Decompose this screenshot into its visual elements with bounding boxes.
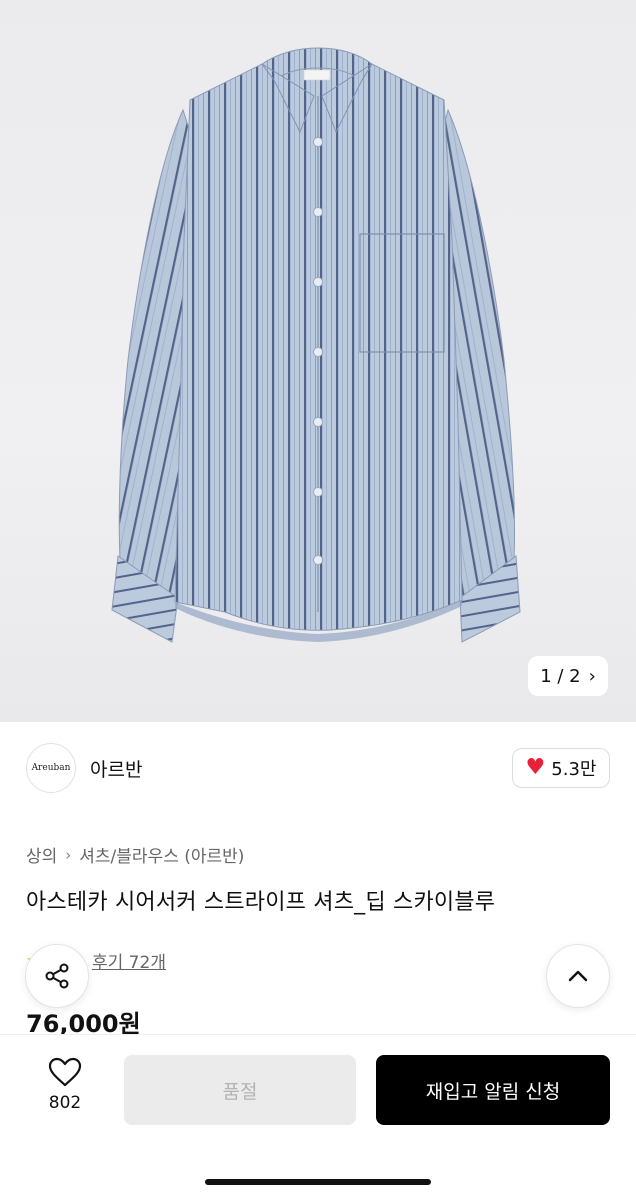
brand-logo-text: Areuban — [31, 763, 71, 773]
pager-text: 1 / 2 — [540, 665, 581, 687]
restock-alert-button[interactable]: 재입고 알림 신청 — [376, 1055, 610, 1125]
scroll-top-button[interactable] — [546, 944, 610, 1008]
bottom-action-bar: 802 품절 재입고 알림 신청 — [0, 1034, 636, 1200]
chevron-up-icon — [568, 970, 588, 982]
brand-like-button[interactable]: ♥ 5.3만 — [512, 748, 610, 788]
soldout-button: 품절 — [124, 1055, 356, 1125]
product-image-carousel[interactable]: 1 / 2 › — [0, 0, 636, 722]
review-count-link[interactable]: 후기 72개 — [92, 948, 166, 973]
chevron-right-icon: › — [588, 665, 596, 687]
breadcrumb-separator: › — [65, 845, 72, 864]
image-pager[interactable]: 1 / 2 › — [528, 656, 608, 696]
product-image — [111, 47, 521, 643]
heart-filled-icon: ♥ — [525, 755, 546, 780]
home-indicator — [205, 1179, 431, 1185]
breadcrumb-category[interactable]: 셔츠/블라우스 (아르반) — [79, 842, 244, 867]
wish-button[interactable]: 802 — [30, 1057, 100, 1113]
breadcrumb-root[interactable]: 상의 — [26, 842, 57, 867]
share-button[interactable] — [25, 944, 89, 1008]
breadcrumb: 상의 › 셔츠/블라우스 (아르반) — [26, 842, 244, 868]
brand-logo[interactable]: Areuban — [26, 743, 76, 793]
brand-like-count: 5.3만 — [551, 759, 597, 780]
product-title: 아스테카 시어서커 스트라이프 셔츠_딥 스카이블루 — [26, 890, 496, 915]
wish-count: 802 — [48, 1093, 82, 1113]
share-icon — [45, 963, 69, 989]
brand-row[interactable]: Areuban 아르반 ♥ 5.3만 — [26, 742, 610, 794]
brand-name[interactable]: 아르반 — [90, 755, 142, 782]
heart-outline-icon — [48, 1057, 82, 1087]
